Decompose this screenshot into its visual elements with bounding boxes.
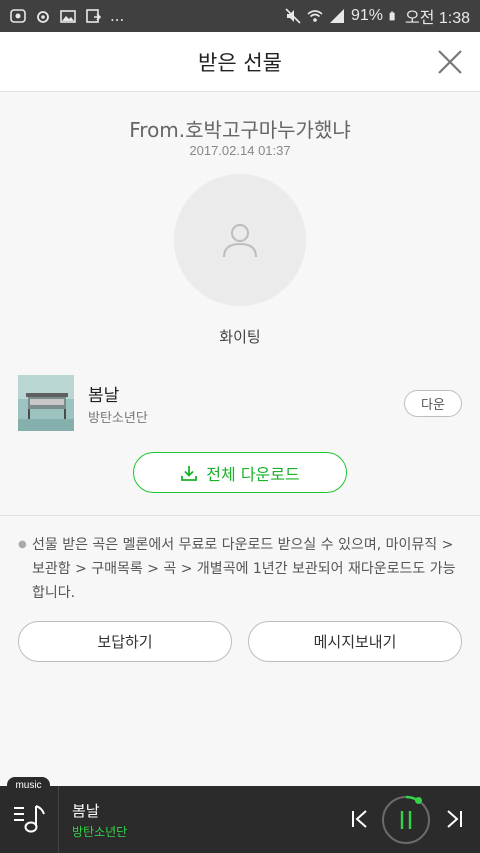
download-icon — [181, 465, 198, 481]
mute-icon — [285, 8, 301, 24]
player-separator — [58, 786, 59, 853]
music-tab[interactable]: music — [7, 777, 50, 793]
next-track-icon[interactable] — [442, 807, 466, 831]
app-header: 받은 선물 — [0, 32, 480, 92]
download-notification-icon — [86, 9, 101, 23]
notice-text: ● 선물 받은 곡은 멜론에서 무료로 다운로드 받으실 수 있으며, 마이뮤직… — [18, 533, 464, 605]
user-icon — [223, 224, 257, 258]
playlist-icon[interactable] — [12, 800, 48, 836]
song-title: 봄날 — [88, 386, 120, 406]
pause-icon[interactable] — [381, 795, 431, 845]
close-icon[interactable] — [436, 48, 464, 76]
gift-song-row: 봄날 방탄소년단 다운 — [18, 375, 462, 431]
status-bar: ... 91% 오전 1:38 — [0, 0, 480, 32]
app-notification-icon — [10, 9, 26, 23]
download-all-button[interactable]: 전체 다운로드 — [133, 452, 347, 493]
music-notification-icon — [37, 11, 49, 23]
sender-avatar — [174, 174, 306, 306]
download-button[interactable]: 다운 — [404, 390, 462, 417]
gift-sender: From.호박고구마누가했냐 — [129, 118, 351, 142]
reply-button[interactable]: 보답하기 — [18, 621, 232, 662]
wifi-icon — [307, 10, 323, 22]
player-song-title: 봄날 — [72, 802, 100, 820]
album-cover[interactable] — [18, 375, 74, 431]
clock: 오전 1:38 — [404, 10, 470, 27]
divider — [0, 515, 480, 516]
gift-date: 2017.02.14 01:37 — [189, 143, 291, 158]
mini-player[interactable]: 봄날 방탄소년단 — [0, 786, 480, 853]
gallery-notification-icon — [60, 10, 76, 23]
previous-track-icon[interactable] — [348, 807, 372, 831]
signal-icon — [329, 9, 344, 23]
battery-percent: 91% — [350, 7, 383, 24]
song-artist: 방탄소년단 — [88, 411, 148, 426]
page-title: 받은 선물 — [198, 50, 282, 75]
battery-icon — [389, 11, 395, 21]
player-song-artist: 방탄소년단 — [72, 825, 128, 839]
download-all-label: 전체 다운로드 — [206, 464, 300, 484]
more-notifications: ... — [110, 7, 125, 25]
gift-message: 화이팅 — [219, 328, 261, 346]
notice-body: 선물 받은 곡은 멜론에서 무료로 다운로드 받으실 수 있으며, 마이뮤직 >… — [32, 537, 456, 601]
bullet-icon: ● — [18, 539, 27, 550]
send-message-button[interactable]: 메시지보내기 — [248, 621, 462, 662]
